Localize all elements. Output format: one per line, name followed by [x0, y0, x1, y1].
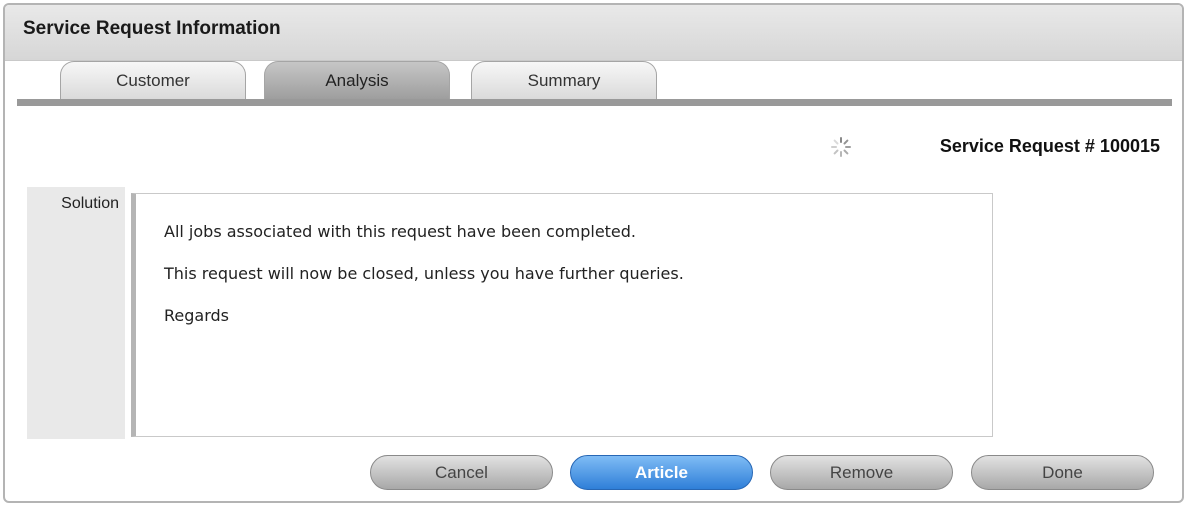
spinner-icon	[831, 137, 851, 157]
solution-label: Solution	[61, 195, 119, 212]
tab-customer[interactable]: Customer	[60, 61, 246, 99]
service-request-number: Service Request # 100015	[939, 136, 1160, 156]
solution-text-area[interactable]: All jobs associated with this request ha…	[131, 193, 993, 437]
done-button[interactable]: Done	[971, 455, 1154, 490]
title-bar: Service Request Information	[5, 5, 1182, 61]
solution-line: Regards	[164, 306, 229, 325]
remove-button[interactable]: Remove	[770, 455, 953, 490]
tab-analysis[interactable]: Analysis	[264, 61, 450, 99]
cancel-button[interactable]: Cancel	[370, 455, 553, 490]
tab-underline	[17, 99, 1172, 106]
article-button[interactable]: Article	[570, 455, 753, 490]
window-title: Service Request Information	[23, 18, 281, 39]
tab-summary[interactable]: Summary	[471, 61, 657, 99]
service-request-window: Service Request Information Customer Ana…	[3, 3, 1184, 503]
solution-line: All jobs associated with this request ha…	[164, 222, 637, 241]
solution-label-column: Solution	[27, 187, 125, 439]
solution-line: This request will now be closed, unless …	[164, 264, 684, 283]
